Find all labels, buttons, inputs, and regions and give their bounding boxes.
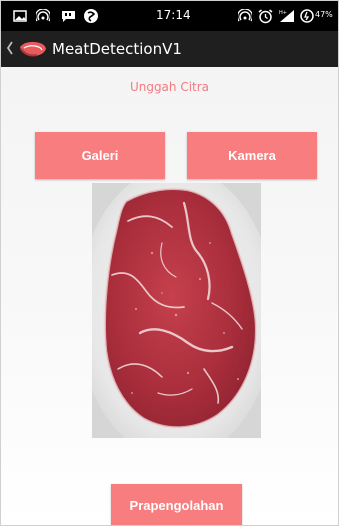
wifi-hotspot-icon <box>238 9 252 22</box>
image-preview <box>92 183 261 438</box>
sync-icon <box>84 9 98 23</box>
message-icon <box>62 11 75 22</box>
app-title: MeatDetectionV1 <box>52 40 182 58</box>
meat-icon[interactable] <box>17 39 49 59</box>
gallery-button[interactable]: Galeri <box>35 132 165 179</box>
camera-button[interactable]: Kamera <box>187 132 317 179</box>
signal-icon: H+ <box>279 10 294 22</box>
gallery-icon <box>13 10 27 22</box>
back-chevron-icon[interactable] <box>6 40 14 56</box>
app-screen: 17:14 H+ 47% MeatDetectionV1 Unggah Citr… <box>0 0 339 526</box>
meat-image <box>92 183 261 438</box>
battery-icon <box>300 9 314 23</box>
action-bar: MeatDetectionV1 <box>1 31 338 67</box>
status-bar: 17:14 H+ 47% <box>1 1 338 31</box>
battery-percent: 47% <box>315 10 333 19</box>
svg-text:H+: H+ <box>279 10 287 16</box>
screen-heading: Unggah Citra <box>129 80 210 94</box>
status-time: 17:14 <box>156 8 191 22</box>
preprocessing-button[interactable]: Prapengolahan <box>111 484 242 525</box>
alarm-icon <box>258 9 273 24</box>
hotspot-icon <box>36 9 50 22</box>
